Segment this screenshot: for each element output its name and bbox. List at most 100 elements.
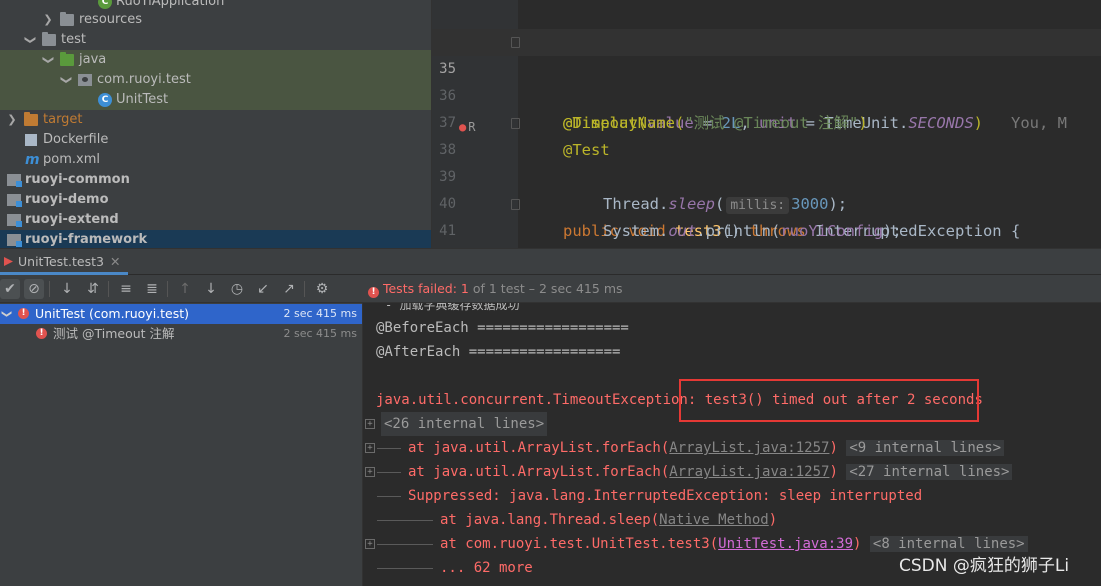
source-link[interactable]: ArrayList.java:1257 <box>669 464 829 480</box>
tab-label: UnitTest.test3 <box>18 254 104 269</box>
excluded-folder-icon <box>24 112 38 126</box>
tree-item-ruoyi-framework[interactable]: ruoyi-framework <box>0 230 431 248</box>
expand-all-icon[interactable]: ≡ <box>116 279 136 299</box>
folded-lines[interactable]: <26 internal lines> <box>381 412 548 436</box>
stack-trace-line: Suppressed: java.lang.InterruptedExcepti… <box>363 484 1101 508</box>
chevron-right-icon[interactable]: ❯ <box>6 110 18 130</box>
run-config-icon <box>4 257 13 266</box>
test-sources-folder-icon <box>60 52 74 66</box>
expand-icon[interactable]: + <box>365 443 375 453</box>
tree-item-label: ruoyi-extend <box>25 212 119 227</box>
tree-item-resources[interactable]: ❯ resources <box>0 10 431 30</box>
module-icon <box>7 214 22 227</box>
code-line: 39 Thread.sleep(millis: 3000); <box>432 137 1101 214</box>
error-icon: ! <box>368 287 379 298</box>
export-tests-icon[interactable]: ↗ <box>279 279 299 299</box>
folded-lines[interactable]: <8 internal lines> <box>869 536 1028 552</box>
expand-icon[interactable]: + <box>365 467 375 477</box>
tree-item-pom-xml[interactable]: m pom.xml <box>0 150 431 170</box>
folded-lines[interactable]: <9 internal lines> <box>846 440 1005 456</box>
test-suite-label: UnitTest (com.ruoyi.test) <box>35 306 190 321</box>
package-icon <box>78 74 92 86</box>
module-icon <box>7 174 22 187</box>
tree-item-ruoyi-common[interactable]: ruoyi-common <box>0 170 431 190</box>
tree-item-label: java <box>79 52 107 67</box>
tree-item-label: target <box>43 112 83 127</box>
chevron-down-icon[interactable]: ❯ <box>38 54 58 66</box>
tree-item-java[interactable]: ❯ java <box>0 50 431 70</box>
test-failed-icon: ! <box>18 308 29 319</box>
expand-icon[interactable]: + <box>365 539 375 549</box>
source-link[interactable]: UnitTest.java:39 <box>718 536 853 552</box>
folder-icon <box>42 32 56 46</box>
collapse-all-icon[interactable]: ≣ <box>142 279 162 299</box>
code-editor[interactable]: 34 35 @Timeout(value = 2L, unit = TimeUn… <box>432 0 1101 248</box>
toolbar-divider <box>108 281 109 297</box>
source-link[interactable]: ArrayList.java:1257 <box>669 440 829 456</box>
tree-item-label: com.ruoyi.test <box>97 72 191 87</box>
test-status-bar: ! Tests failed: 1 of 1 test – 2 sec 415 … <box>363 275 1101 303</box>
code-line: 36 @DisplayName("测试 @Timeout 注解") <box>432 56 1101 132</box>
project-tree-panel: C RuoYiApplication ❯ resources ❯ test ❯ … <box>0 0 431 248</box>
show-passed-icon[interactable]: ✔ <box>0 279 20 299</box>
sort-alphabetically-icon[interactable]: ↓ <box>57 279 77 299</box>
test-case-label: 测试 @Timeout 注解 <box>53 326 175 341</box>
tree-item-ruoyi-extend[interactable]: ruoyi-extend <box>0 210 431 230</box>
tests-failed-count: 1 <box>460 281 469 296</box>
tree-item-label: ruoyi-framework <box>25 232 148 247</box>
spring-class-icon: C <box>98 0 112 9</box>
watermark: CSDN @疯狂的狮子Li <box>899 556 1070 576</box>
folded-lines[interactable]: <27 internal lines> <box>846 464 1013 480</box>
code-line: 42 <box>432 218 1101 245</box>
tests-summary: of 1 test – 2 sec 415 ms <box>472 281 623 296</box>
test-duration: 2 sec 415 ms <box>283 327 357 340</box>
previous-failed-icon[interactable]: ↑ <box>175 279 195 299</box>
expand-icon[interactable]: + <box>365 419 375 429</box>
fold-marker-icon[interactable] <box>511 199 520 210</box>
console-line: - 加载字典缓存数据成功 <box>385 303 520 312</box>
test-case-row[interactable]: ! 测试 @Timeout 注解 2 sec 415 ms <box>0 324 362 344</box>
docker-file-icon <box>25 134 37 146</box>
chevron-right-icon[interactable]: ❯ <box>42 10 54 30</box>
source-link[interactable]: Native Method <box>659 512 769 528</box>
gear-icon[interactable]: ⚙ <box>312 279 332 299</box>
tests-failed-label: Tests failed: <box>382 281 457 296</box>
console-line: @AfterEach ================== <box>376 344 621 360</box>
test-suite-row[interactable]: ❯ ! UnitTest (com.ruoyi.test) 2 sec 415 … <box>0 304 362 324</box>
tree-item-unittest[interactable]: C UnitTest <box>0 90 431 110</box>
code-line: 38 ● R public void test3() throws Interru… <box>432 110 1101 240</box>
tree-item-dockerfile[interactable]: Dockerfile <box>0 130 431 150</box>
resources-folder-icon <box>60 12 74 26</box>
chevron-down-icon[interactable]: ❯ <box>0 310 16 318</box>
stack-trace-line: at java.lang.Thread.sleep(Native Method) <box>363 508 1101 532</box>
show-ignored-icon[interactable]: ⊘ <box>24 279 44 299</box>
tree-item-target[interactable]: ❯ target <box>0 110 431 130</box>
chevron-down-icon[interactable]: ❯ <box>56 74 76 86</box>
tree-item-test[interactable]: ❯ test <box>0 30 431 50</box>
toolbar-divider <box>304 281 305 297</box>
toolbar-divider <box>49 281 50 297</box>
stack-trace-line: + at java.util.ArrayList.forEach(ArrayLi… <box>363 436 1101 460</box>
close-icon[interactable]: ✕ <box>110 254 120 269</box>
toolbar-divider <box>167 281 168 297</box>
stack-trace-line: + at com.ruoyi.test.UnitTest.test3(UnitT… <box>363 532 1101 556</box>
tab-run-unittest[interactable]: UnitTest.test3 ✕ <box>0 249 129 275</box>
chevron-down-icon[interactable]: ❯ <box>20 34 40 46</box>
tree-item-label: ruoyi-common <box>25 172 130 187</box>
fold-marker-icon[interactable] <box>511 118 520 129</box>
tree-item-ruoyi-demo[interactable]: ruoyi-demo <box>0 190 431 210</box>
test-history-icon[interactable]: ◷ <box>227 279 247 299</box>
sort-by-duration-icon[interactable]: ⇵ <box>83 279 103 299</box>
test-failed-icon: ! <box>36 328 47 339</box>
code-line: 40 System.out.println(ruoYiConfig); <box>432 164 1101 240</box>
class-icon: C <box>98 93 112 107</box>
fold-marker-icon[interactable] <box>511 37 520 48</box>
test-duration: 2 sec 415 ms <box>283 307 357 320</box>
run-tool-window-header: UnitTest.test3 ✕ <box>0 248 1101 275</box>
console-output[interactable]: - 加载字典缓存数据成功 @BeforeEach ===============… <box>363 303 1101 586</box>
tree-item-label: resources <box>79 12 143 27</box>
highlight-annotation-box <box>679 379 979 422</box>
import-tests-icon[interactable]: ↙ <box>253 279 273 299</box>
tree-item-com-ruoyi-test[interactable]: ❯ com.ruoyi.test <box>0 70 431 90</box>
next-failed-icon[interactable]: ↓ <box>201 279 221 299</box>
